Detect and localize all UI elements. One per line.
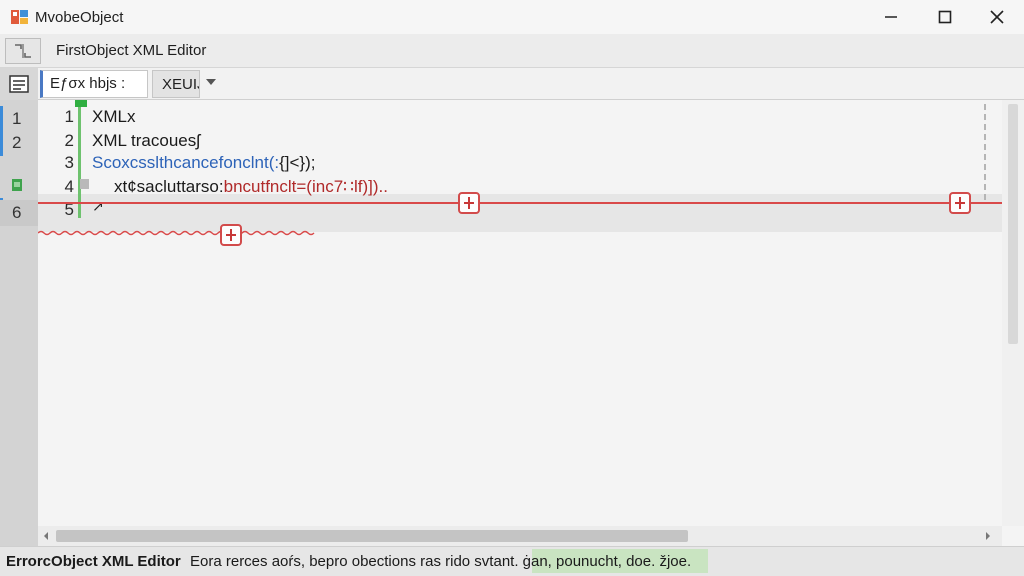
horizontal-scrollbar[interactable]	[38, 526, 1002, 546]
layout-toggle-icon	[15, 44, 31, 58]
app-logo-icon	[11, 10, 28, 24]
code-token-keyword: Scoxcsslthcancefonclnt(:	[92, 153, 280, 172]
close-button[interactable]	[972, 0, 1022, 34]
toolbar-dropdown[interactable]: XEUIJ	[152, 70, 200, 98]
scroll-left-icon[interactable]	[42, 528, 50, 544]
error-marker-icon[interactable]	[220, 224, 242, 246]
modified-lines-bar	[78, 100, 81, 218]
document-list-button[interactable]	[0, 68, 38, 100]
document-header: FirstObject XML Editor	[0, 34, 1024, 68]
line-number: 2	[64, 131, 74, 150]
horizontal-scroll-thumb[interactable]	[56, 530, 688, 542]
current-line-highlight	[38, 194, 1002, 232]
gutter-number-active: 6	[0, 200, 38, 226]
document-title: FirstObject XML Editor	[56, 42, 207, 59]
title-bar: MvobeObject	[0, 0, 1024, 34]
line-number: 3	[64, 153, 74, 172]
code-line: Scoxcsslthcancefonclnt(:{]<});	[92, 153, 315, 173]
minimize-button[interactable]	[866, 0, 916, 34]
left-gutter: 1 2 6	[0, 100, 38, 546]
code-line: xt¢sacluttarso:bncutfnclt=(inc7∷lf)])..	[114, 177, 388, 197]
code-line: XML tracouesʃ	[92, 131, 201, 150]
document-list-icon	[9, 75, 29, 93]
toolbar-search-field[interactable]: Eƒσx hbjs :	[40, 70, 148, 98]
error-squiggle	[38, 230, 315, 236]
code-token-rest: {]<});	[279, 153, 316, 172]
code-line: XMLx	[92, 107, 136, 126]
status-message: Eora rerces aoŕs, bepro obections ras ri…	[190, 553, 692, 570]
code-token-name: xt¢sacluttarso:	[114, 177, 224, 196]
toolbar: Eƒσx hbjs : XEUIJ	[0, 68, 1024, 100]
minimize-icon	[885, 16, 897, 18]
error-marker-icon[interactable]	[458, 192, 480, 214]
code-token-error: bncutfnclt=(inc7∷lf)])..	[223, 177, 388, 196]
code-editor[interactable]: 1 XMLx 2 XML tracouesʃ 3 Scoxcsslthcance…	[38, 100, 1002, 526]
modified-lines-cap	[75, 100, 87, 107]
line-number: 1	[64, 107, 74, 126]
chevron-down-icon[interactable]	[204, 76, 218, 88]
code-line: ↗	[92, 198, 104, 214]
error-underline	[38, 202, 1002, 204]
vertical-scroll-thumb[interactable]	[1008, 104, 1018, 344]
maximize-button[interactable]	[920, 0, 970, 34]
bookmark-icon[interactable]	[11, 178, 23, 192]
vertical-scrollbar[interactable]	[1002, 100, 1024, 526]
gutter-number: 1	[12, 109, 22, 128]
error-marker-icon[interactable]	[949, 192, 971, 214]
window-title: MvobeObject	[35, 9, 124, 26]
scroll-right-icon[interactable]	[984, 528, 992, 544]
status-bar: ErrorcObject XML Editor Eora rerces aoŕs…	[0, 546, 1024, 576]
maximize-icon	[938, 10, 952, 24]
layout-toggle-button[interactable]	[5, 38, 41, 64]
fold-marker[interactable]	[80, 179, 89, 189]
app-window: MvobeObject FirstObject XML Editor Eƒσx …	[0, 0, 1024, 576]
close-icon	[990, 10, 1004, 24]
gutter-number: 2	[12, 133, 22, 152]
status-app-name: ErrorcObject XML Editor	[6, 553, 181, 570]
margin-guide	[984, 104, 986, 200]
line-number: 4	[64, 177, 74, 196]
